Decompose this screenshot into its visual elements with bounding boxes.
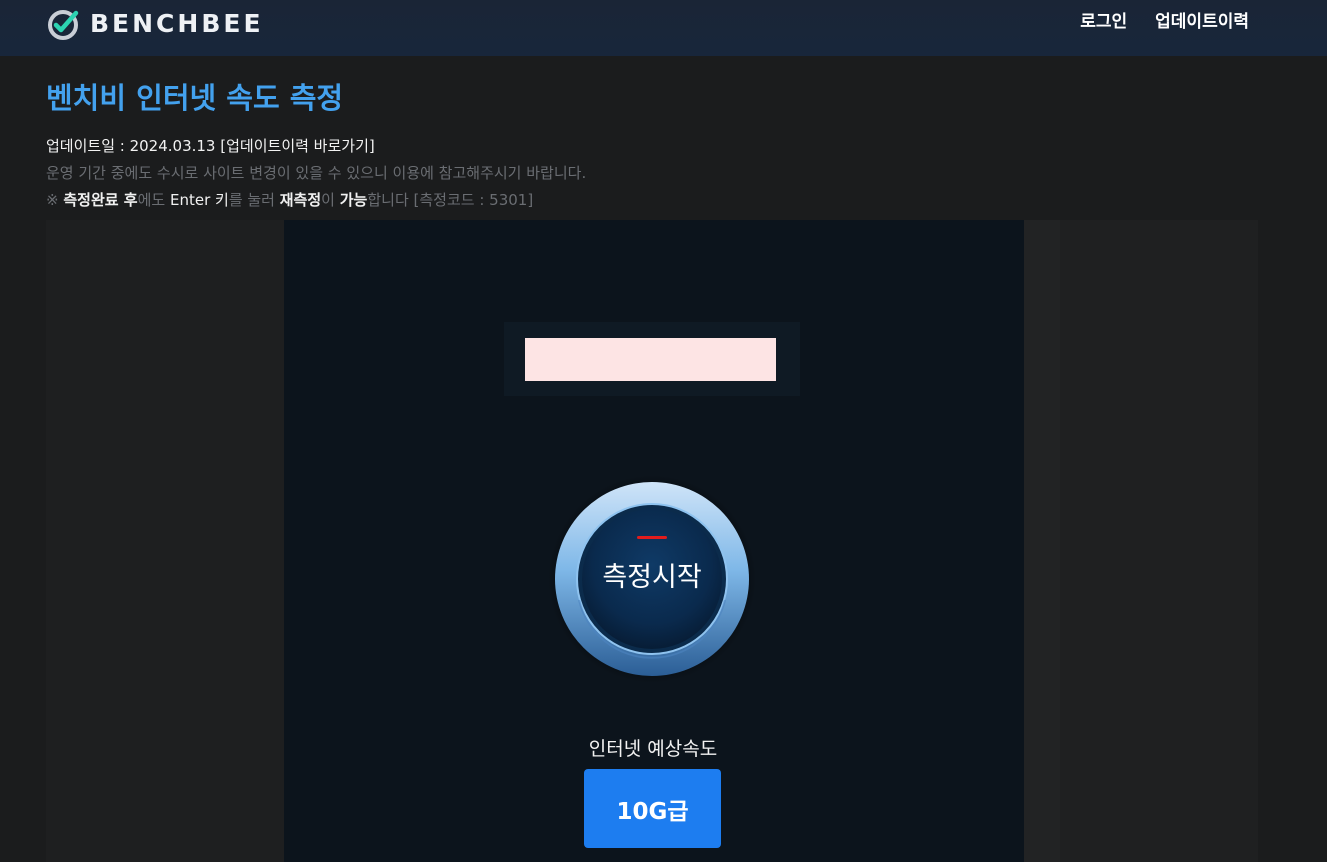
server-select-input[interactable] bbox=[525, 338, 776, 381]
start-measure-button[interactable]: 측정시작 bbox=[545, 470, 759, 684]
hint-mark: ※ bbox=[46, 191, 59, 209]
update-date-line: 업데이트일 : 2024.03.13 [업데이트이력 바로가기] bbox=[46, 135, 375, 157]
hint-text-1: 에도 bbox=[137, 191, 170, 209]
hint-enter-key: Enter 키 bbox=[169, 191, 229, 209]
hint-text-2: 를 눌러 bbox=[228, 191, 280, 209]
left-side-panel bbox=[46, 220, 284, 862]
right-side-panel bbox=[1060, 220, 1258, 862]
hint-complete: 측정완료 후 bbox=[63, 191, 138, 209]
indicator-light-icon bbox=[637, 536, 667, 539]
update-history-shortcut-link[interactable]: [업데이트이력 바로가기] bbox=[220, 137, 374, 155]
page-title: 벤치비 인터넷 속도 측정 bbox=[46, 81, 344, 115]
gauge-check-icon bbox=[48, 10, 79, 40]
top-header: BENCHBEE 로그인 업데이트이력 bbox=[0, 0, 1327, 56]
logo-text: BENCHBEE bbox=[90, 9, 264, 38]
start-measure-label: 측정시작 bbox=[602, 562, 702, 593]
expected-speed-label: 인터넷 예상속도 bbox=[588, 738, 718, 760]
update-date: 업데이트일 : 2024.03.13 bbox=[46, 137, 216, 155]
benchbee-logo[interactable]: BENCHBEE bbox=[46, 6, 264, 42]
hint-text-4: 합니다 [측정코드 : 5301] bbox=[367, 191, 534, 209]
login-link[interactable]: 로그인 bbox=[1080, 8, 1127, 36]
hint-text-3: 이 bbox=[321, 191, 340, 209]
update-history-link[interactable]: 업데이트이력 bbox=[1155, 8, 1249, 36]
hint-remeasure: 재측정 bbox=[279, 191, 322, 209]
notice-text: 운영 기간 중에도 수시로 사이트 변경이 있을 수 있으니 이용에 참고해주시… bbox=[46, 164, 587, 182]
header-nav: 로그인 업데이트이력 bbox=[1080, 8, 1249, 36]
panel-divider bbox=[1024, 220, 1060, 862]
enter-key-hint: ※ 측정완료 후에도 Enter 키를 눌러 재측정이 가능합니다 [측정코드 … bbox=[46, 189, 533, 211]
hint-possible: 가능 bbox=[339, 191, 368, 209]
expected-speed-button[interactable]: 10G급 bbox=[584, 769, 721, 848]
